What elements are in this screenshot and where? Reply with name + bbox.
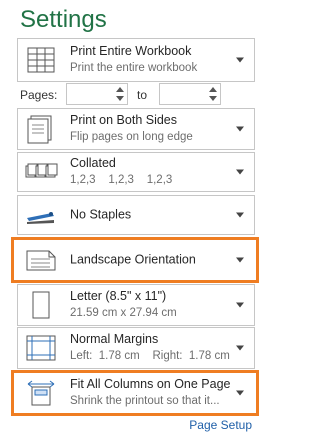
chevron-down-icon [236,302,244,308]
orientation-label: Landscape Orientation [70,252,196,267]
chevron-down-icon [236,212,244,218]
staples-label: No Staples [70,207,132,222]
increment-arrow-icon[interactable] [209,87,217,92]
sides-label: Print on Both Sides [70,113,178,127]
decrement-arrow-icon[interactable] [209,96,217,101]
workbook-icon [27,47,55,73]
sides-description: Flip pages on long edge [70,131,193,143]
stapler-icon [27,212,54,224]
chevron-down-icon [236,257,244,263]
pages-from-spinner[interactable] [66,83,128,105]
increment-arrow-icon[interactable] [116,87,124,92]
pages-to-input[interactable] [164,87,204,101]
margins-label: Normal Margins [70,332,159,346]
staples-dropdown[interactable]: No Staples [17,195,255,235]
settings-title: Settings [20,6,107,33]
print-what-description: Print the entire workbook [70,62,198,74]
landscape-page-icon [26,250,56,271]
paper-size-description: 21.59 cm x 27.94 cm [70,307,177,319]
collated-pages-icon [25,163,58,178]
scaling-label: Fit All Columns on One Page [70,377,231,391]
pages-label: Pages: [20,88,58,102]
chevron-down-icon [236,57,244,63]
fit-columns-icon [27,380,55,406]
chevron-down-icon [236,169,244,175]
collation-description: 1,2,3 1,2,3 1,2,3 [70,174,173,186]
print-what-dropdown[interactable]: Print Entire Workbook Print the entire w… [17,38,255,82]
paper-size-label: Letter (8.5" x 11") [70,289,167,303]
scaling-dropdown[interactable]: Fit All Columns on One Page Shrink the p… [17,373,255,413]
chevron-down-icon [236,345,244,351]
collation-label: Collated [70,156,116,170]
pages-to-spinner[interactable] [159,83,221,105]
print-what-label: Print Entire Workbook [70,44,192,58]
collation-dropdown[interactable]: Collated 1,2,3 1,2,3 1,2,3 [17,152,255,192]
decrement-arrow-icon[interactable] [116,96,124,101]
margins-description: Left: 1.78 cm Right: 1.78 cm [70,350,230,362]
chevron-down-icon [236,390,244,396]
duplex-print-icon [27,115,52,144]
paper-size-dropdown[interactable]: Letter (8.5" x 11") 21.59 cm x 27.94 cm [17,284,255,326]
margins-icon [26,335,56,361]
letter-page-icon [32,291,50,319]
pages-from-input[interactable] [71,87,111,101]
sides-dropdown[interactable]: Print on Both Sides Flip pages on long e… [17,108,255,150]
chevron-down-icon [236,126,244,132]
scaling-description: Shrink the printout so that it... [70,395,220,407]
orientation-dropdown[interactable]: Landscape Orientation [17,240,255,280]
pages-to-label: to [137,88,148,102]
page-setup-link[interactable]: Page Setup [189,418,252,432]
margins-dropdown[interactable]: Normal Margins Left: 1.78 cm Right: 1.78… [17,327,255,369]
